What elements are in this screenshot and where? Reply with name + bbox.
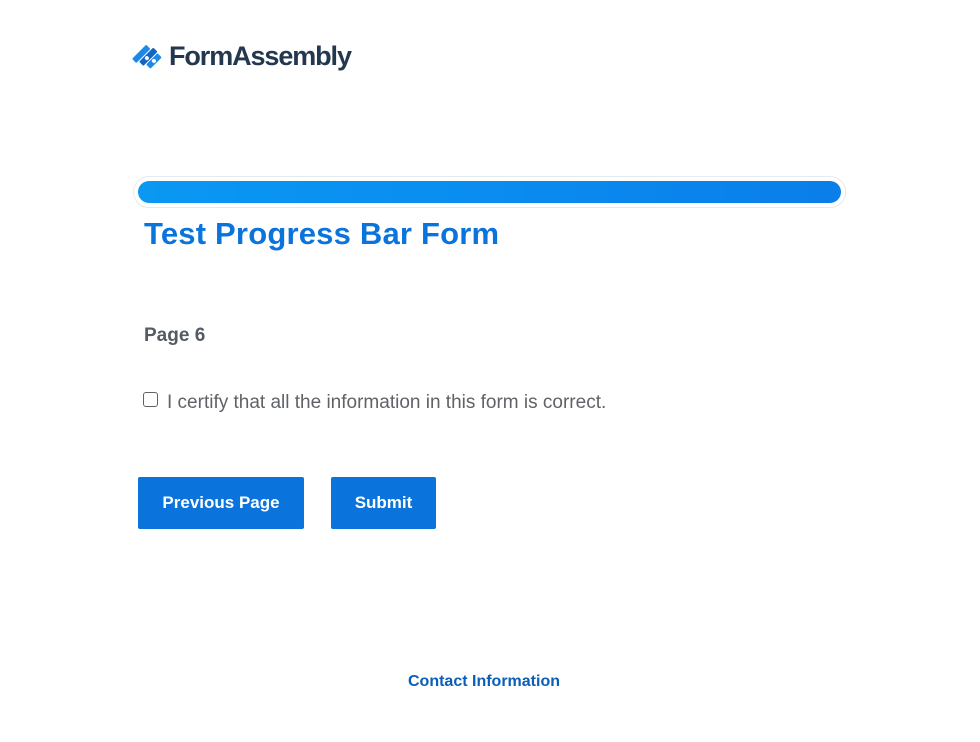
submit-button[interactable]: Submit bbox=[331, 477, 436, 529]
certify-field: I certify that all the information in th… bbox=[143, 388, 606, 413]
previous-page-button[interactable]: Previous Page bbox=[138, 477, 304, 529]
progress-bar-fill bbox=[138, 181, 841, 203]
certify-checkbox[interactable] bbox=[143, 391, 158, 407]
formassembly-logo[interactable]: FormAssembly bbox=[132, 38, 352, 74]
formassembly-logo-icon bbox=[132, 45, 162, 69]
logo-text: FormAssembly bbox=[169, 40, 352, 71]
contact-information-link[interactable]: Contact Information bbox=[0, 673, 968, 691]
form-title: Test Progress Bar Form bbox=[144, 216, 500, 251]
certify-label: I certify that all the information in th… bbox=[167, 392, 607, 413]
page-label: Page 6 bbox=[144, 325, 206, 346]
form-page: FormAssembly Test Progress Bar Form Page… bbox=[0, 0, 980, 742]
progress-bar bbox=[133, 176, 846, 208]
